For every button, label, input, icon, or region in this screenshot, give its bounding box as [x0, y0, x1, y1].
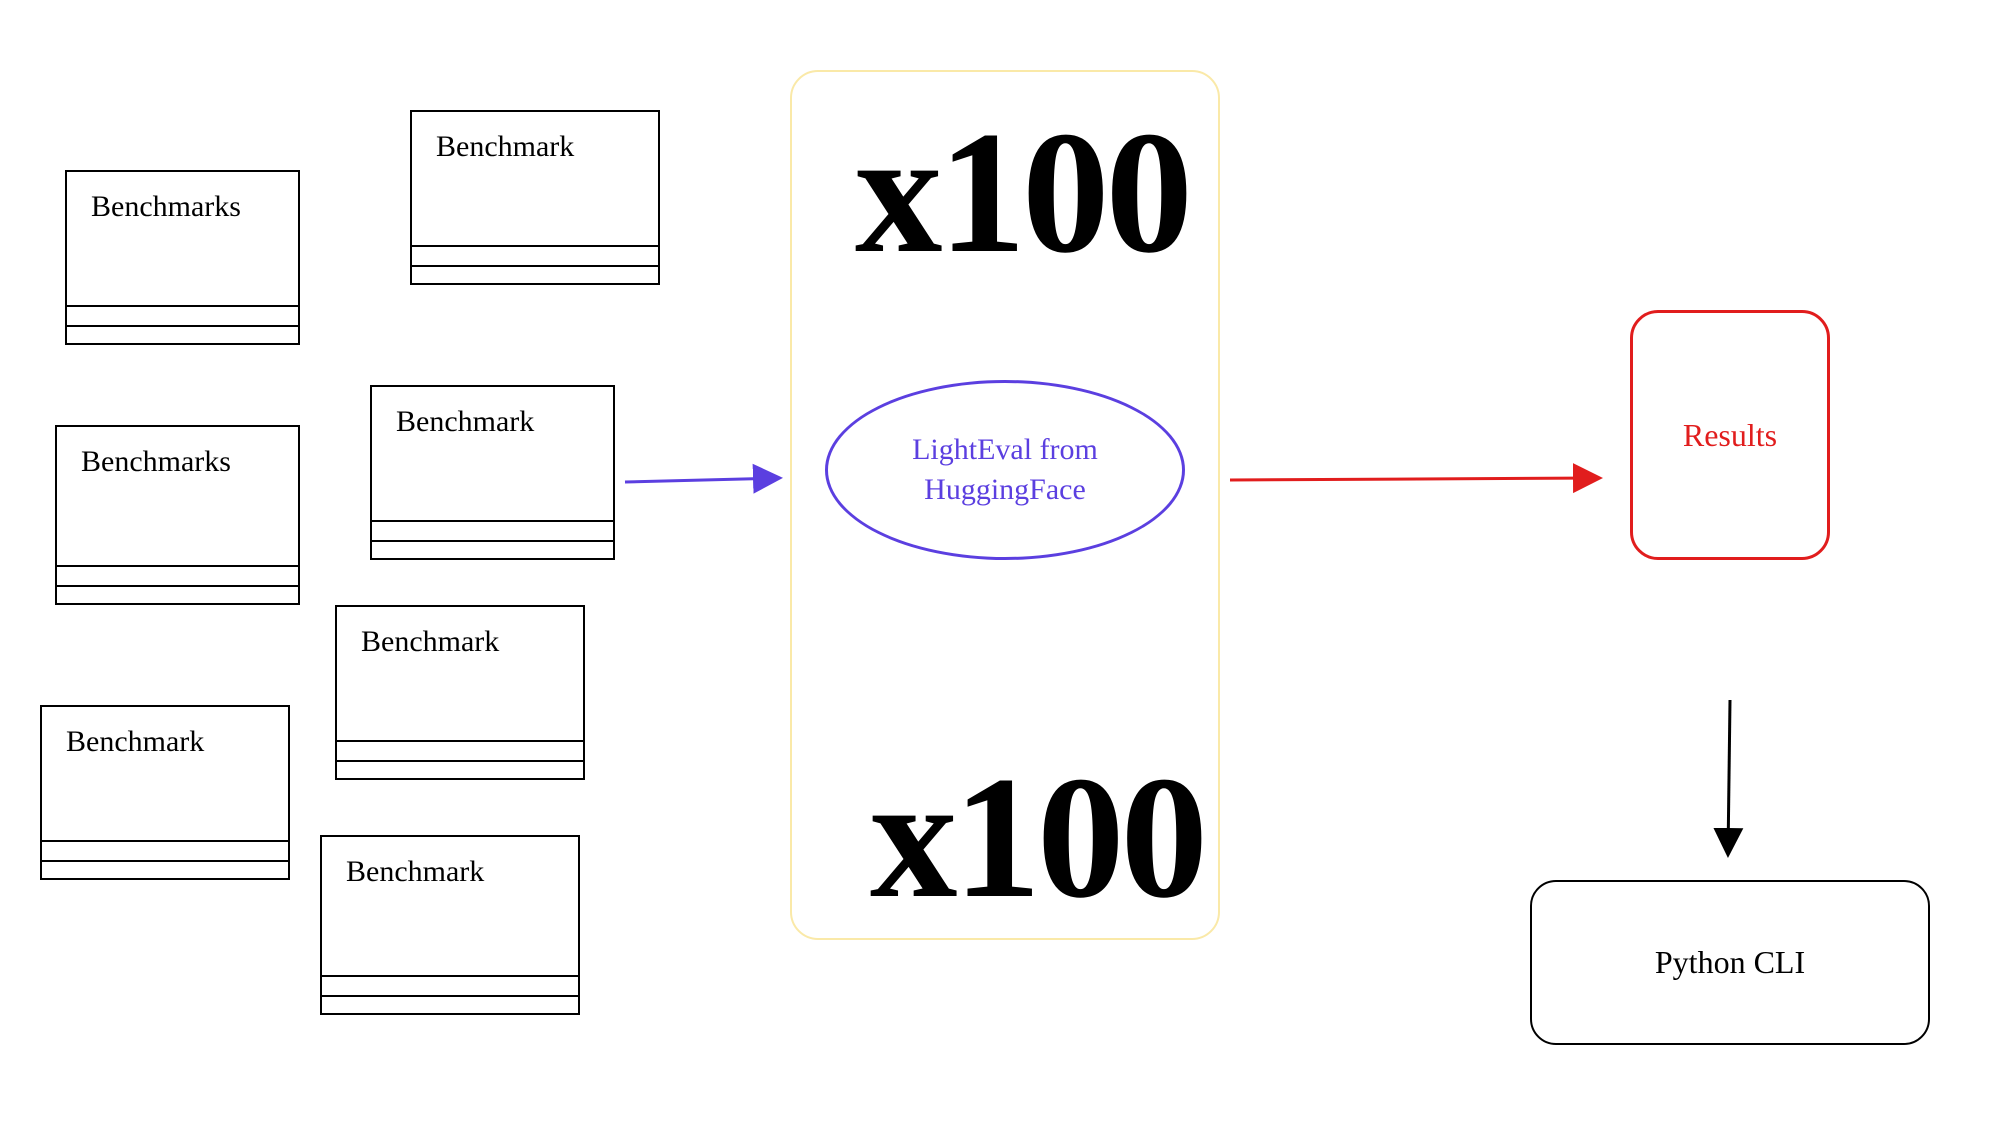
benchmark-box-5: Benchmark	[40, 705, 290, 880]
benchmark-box-3: Benchmarks	[55, 425, 300, 605]
benchmark-label: Benchmark	[372, 405, 613, 439]
benchmark-label: Benchmark	[412, 130, 658, 164]
box-base-lines	[67, 305, 298, 343]
benchmark-box-1: Benchmarks	[65, 170, 300, 345]
benchmark-label: Benchmarks	[57, 445, 298, 479]
lighteval-ellipse: LightEval from HuggingFace	[825, 380, 1185, 560]
benchmark-label: Benchmark	[322, 855, 578, 889]
benchmark-box-4: Benchmark	[370, 385, 615, 560]
arrow-results-to-cli	[1728, 700, 1730, 855]
multiplier-top-label: x100	[855, 105, 1189, 280]
lighteval-label: LightEval from HuggingFace	[858, 430, 1152, 511]
benchmark-box-6: Benchmark	[335, 605, 585, 780]
results-box: Results	[1630, 310, 1830, 560]
multiplier-bottom-label: x100	[870, 750, 1204, 925]
box-base-lines	[322, 975, 578, 1013]
benchmark-label: Benchmarks	[67, 190, 298, 224]
python-cli-label: Python CLI	[1655, 944, 1805, 981]
box-base-lines	[372, 520, 613, 558]
box-base-lines	[412, 245, 658, 283]
python-cli-box: Python CLI	[1530, 880, 1930, 1045]
benchmark-label: Benchmark	[42, 725, 288, 759]
benchmark-box-7: Benchmark	[320, 835, 580, 1015]
benchmark-label: Benchmark	[337, 625, 583, 659]
results-label: Results	[1683, 417, 1777, 454]
box-base-lines	[57, 565, 298, 603]
benchmark-box-2: Benchmark	[410, 110, 660, 285]
box-base-lines	[337, 740, 583, 778]
box-base-lines	[42, 840, 288, 878]
arrow-benchmark-to-lighteval	[625, 478, 780, 482]
arrow-lighteval-to-results	[1230, 478, 1600, 480]
